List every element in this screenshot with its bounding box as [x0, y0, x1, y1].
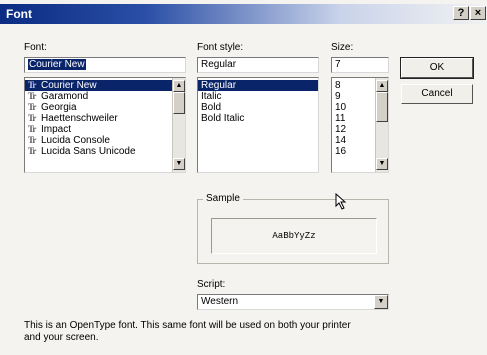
font-item-impact[interactable]: Tr Impact — [25, 124, 185, 135]
font-name-value: Courier New — [28, 59, 86, 70]
mouse-cursor-icon — [335, 193, 347, 210]
font-item-label: Courier New — [41, 80, 97, 91]
font-list-items: Tr Courier New Tr Garamond Tr Georgia Tr Hae… — [25, 78, 185, 157]
sample-group: Sample AaBbYyZz — [197, 193, 389, 264]
scroll-down-icon[interactable]: ▼ — [173, 158, 185, 170]
truetype-icon: Tr — [28, 135, 36, 145]
font-item-label: Georgia — [41, 102, 77, 113]
close-button[interactable]: × — [470, 6, 486, 20]
truetype-icon: Tr — [28, 91, 36, 101]
script-value: Western — [201, 296, 239, 307]
font-description: This is an OpenType font. This same font… — [24, 320, 351, 344]
style-item-bold-italic[interactable]: Bold Italic — [198, 113, 318, 124]
font-item-lucida-sans-unicode[interactable]: Tr Lucida Sans Unicode — [25, 146, 185, 157]
truetype-icon: Tr — [28, 146, 36, 156]
cancel-button[interactable]: Cancel — [401, 84, 473, 104]
window-title: Font — [6, 7, 32, 21]
sample-label: Sample — [203, 193, 243, 204]
font-item-haettenschweiler[interactable]: Tr Haettenschweiler — [25, 113, 185, 124]
scroll-thumb[interactable] — [173, 92, 185, 114]
size-input[interactable]: 7 — [331, 57, 389, 73]
truetype-icon: Tr — [28, 113, 36, 123]
font-item-label: Lucida Sans Unicode — [41, 146, 136, 157]
font-item-label: Haettenschweiler — [41, 113, 118, 124]
font-dialog: Font ? × Font: Courier New Tr Courier New… — [0, 0, 487, 355]
style-item-bold[interactable]: Bold — [198, 102, 318, 113]
font-style-label: Font style: — [197, 42, 244, 53]
ok-button[interactable]: OK — [400, 57, 474, 79]
scroll-up-icon[interactable]: ▲ — [173, 80, 185, 92]
font-style-items: Regular Italic Bold Bold Italic — [198, 78, 318, 124]
font-item-garamond[interactable]: Tr Garamond — [25, 91, 185, 102]
style-item-regular[interactable]: Regular — [198, 80, 318, 91]
script-label: Script: — [197, 279, 226, 290]
scroll-thumb[interactable] — [376, 92, 388, 122]
font-item-georgia[interactable]: Tr Georgia — [25, 102, 185, 113]
script-select[interactable]: Western ▼ — [197, 294, 389, 310]
font-name-input[interactable]: Courier New — [24, 57, 186, 73]
font-label: Font: — [24, 42, 47, 53]
title-bar[interactable]: Font ? × — [0, 4, 487, 24]
scroll-up-icon[interactable]: ▲ — [376, 80, 388, 92]
font-item-label: Garamond — [41, 91, 89, 102]
size-label: Size: — [331, 42, 354, 53]
font-list[interactable]: Tr Courier New Tr Garamond Tr Georgia Tr Hae… — [24, 77, 186, 173]
truetype-icon: Tr — [28, 102, 36, 112]
scroll-down-icon[interactable]: ▼ — [376, 158, 388, 170]
font-item-label: Impact — [41, 124, 72, 135]
size-list-scrollbar[interactable]: ▲ ▼ — [375, 78, 388, 172]
sample-preview: AaBbYyZz — [211, 218, 377, 254]
description-line-1: This is an OpenType font. This same font… — [24, 320, 351, 331]
help-button[interactable]: ? — [453, 6, 469, 20]
truetype-icon: Tr — [28, 124, 36, 134]
truetype-icon: Tr — [28, 80, 36, 90]
font-style-input[interactable]: Regular — [197, 57, 319, 73]
font-item-label: Lucida Console — [41, 135, 110, 146]
chevron-down-icon[interactable]: ▼ — [374, 295, 388, 309]
font-style-list[interactable]: Regular Italic Bold Bold Italic — [197, 77, 319, 173]
description-line-2: and your screen. — [24, 332, 99, 343]
font-item-courier-new[interactable]: Tr Courier New — [25, 80, 185, 91]
font-list-scrollbar[interactable]: ▲ ▼ — [172, 78, 185, 172]
style-item-italic[interactable]: Italic — [198, 91, 318, 102]
font-item-lucida-console[interactable]: Tr Lucida Console — [25, 135, 185, 146]
size-list[interactable]: 8 9 10 11 12 14 16 ▲ ▼ — [331, 77, 389, 173]
